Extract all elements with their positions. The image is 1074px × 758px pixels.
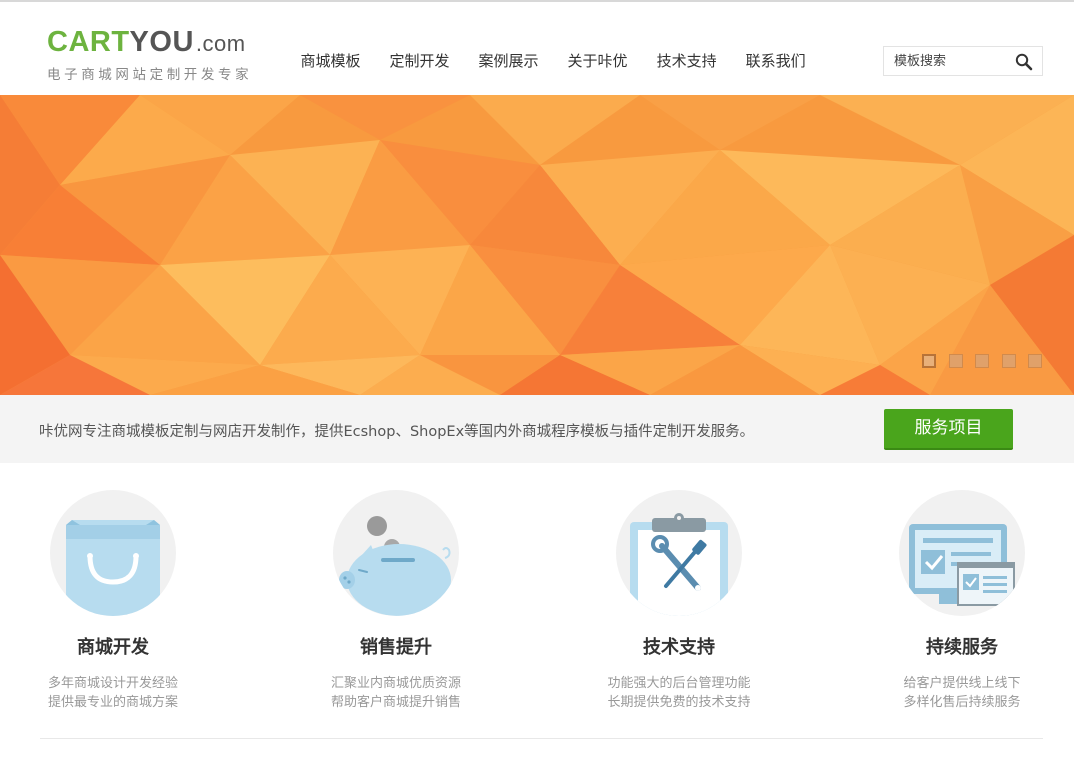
feature-desc-line: 提供最专业的商城方案 — [47, 695, 178, 710]
section-divider — [40, 738, 1043, 739]
nav-item-cases[interactable]: 案例展示 — [464, 50, 553, 72]
shopping-bag-icon — [66, 520, 160, 616]
logo-cart: CART — [47, 26, 130, 58]
logo-tagline: 电子商城网站定制开发专家 — [47, 67, 253, 83]
feature-card-tech-support: 技术支持 功能强大的后台管理功能 长期提供免费的技术支持 — [559, 490, 799, 712]
feature-description: 汇聚业内商城优质资源 帮助客户商城提升销售 — [276, 674, 516, 712]
feature-desc-line: 给客户提供线上线下 — [903, 676, 1021, 691]
feature-description: 功能强大的后台管理功能 长期提供免费的技术支持 — [559, 674, 799, 712]
clipboard-tools-icon — [630, 513, 728, 616]
slider-dot[interactable] — [975, 354, 989, 368]
feature-desc-line: 长期提供免费的技术支持 — [607, 695, 751, 710]
feature-desc-line: 多样化售后持续服务 — [903, 695, 1021, 710]
search-button[interactable] — [1010, 49, 1038, 75]
slider-dot[interactable] — [948, 354, 963, 368]
feature-title: 商城开发 — [77, 637, 149, 658]
slider-dot[interactable] — [922, 354, 936, 368]
feature-icon-circle[interactable] — [899, 490, 1025, 616]
piggy-bank-icon — [339, 516, 451, 616]
nav-item-custom-dev[interactable]: 定制开发 — [375, 50, 464, 72]
slider-dot[interactable] — [1028, 354, 1042, 368]
feature-card-sales: 销售提升 汇聚业内商城优质资源 帮助客户商城提升销售 — [276, 490, 516, 712]
banner-polygon-background — [0, 95, 1074, 395]
feature-desc-line: 汇聚业内商城优质资源 — [330, 676, 461, 691]
feature-desc-line: 多年商城设计开发经验 — [47, 676, 178, 691]
feature-title: 销售提升 — [360, 637, 432, 658]
monitor-checklist-icon — [909, 524, 1015, 606]
feature-card-ongoing-service: 持续服务 给客户提供线上线下 多样化售后持续服务 — [842, 490, 1074, 712]
slider-dot[interactable] — [1001, 354, 1016, 368]
intro-strip: 咔优网专注商城模板定制与网店开发制作，提供Ecshop、ShopEx等国内外商城… — [0, 395, 1074, 463]
feature-desc-line: 帮助客户商城提升销售 — [330, 695, 461, 710]
slider-dots — [922, 354, 1055, 368]
feature-description: 给客户提供线上线下 多样化售后持续服务 — [842, 674, 1074, 712]
nav-item-about[interactable]: 关于咔优 — [553, 50, 642, 72]
services-button[interactable]: 服务项目 — [884, 409, 1013, 450]
feature-desc-line: 功能强大的后台管理功能 — [607, 676, 751, 691]
feature-icon-circle[interactable] — [50, 490, 176, 616]
nav-item-templates[interactable]: 商城模板 — [286, 50, 375, 72]
feature-title: 技术支持 — [643, 637, 715, 658]
logo-domain: .com — [195, 31, 246, 56]
main-nav: 商城模板 定制开发 案例展示 关于咔优 技术支持 联系我们 — [286, 50, 820, 72]
logo-wordmark: CARTYOU.com — [47, 26, 262, 60]
search-box — [883, 46, 1043, 76]
intro-text: 咔优网专注商城模板定制与网店开发制作，提供Ecshop、ShopEx等国内外商城… — [39, 424, 755, 440]
feature-icon-circle[interactable] — [616, 490, 742, 616]
search-input[interactable] — [884, 47, 1009, 75]
nav-item-contact[interactable]: 联系我们 — [731, 50, 820, 72]
feature-description: 多年商城设计开发经验 提供最专业的商城方案 — [0, 674, 233, 712]
logo-you: YOU — [129, 26, 194, 58]
hero-banner[interactable] — [0, 95, 1074, 395]
nav-item-support[interactable]: 技术支持 — [642, 50, 731, 72]
site-header: CARTYOU.com 电子商城网站定制开发专家 商城模板 定制开发 案例展示 … — [0, 2, 1074, 95]
feature-card-mall-dev: 商城开发 多年商城设计开发经验 提供最专业的商城方案 — [0, 490, 233, 712]
feature-icon-circle[interactable] — [333, 490, 459, 616]
feature-title: 持续服务 — [926, 637, 998, 658]
search-icon — [1015, 53, 1033, 71]
site-logo[interactable]: CARTYOU.com 电子商城网站定制开发专家 — [47, 26, 262, 86]
